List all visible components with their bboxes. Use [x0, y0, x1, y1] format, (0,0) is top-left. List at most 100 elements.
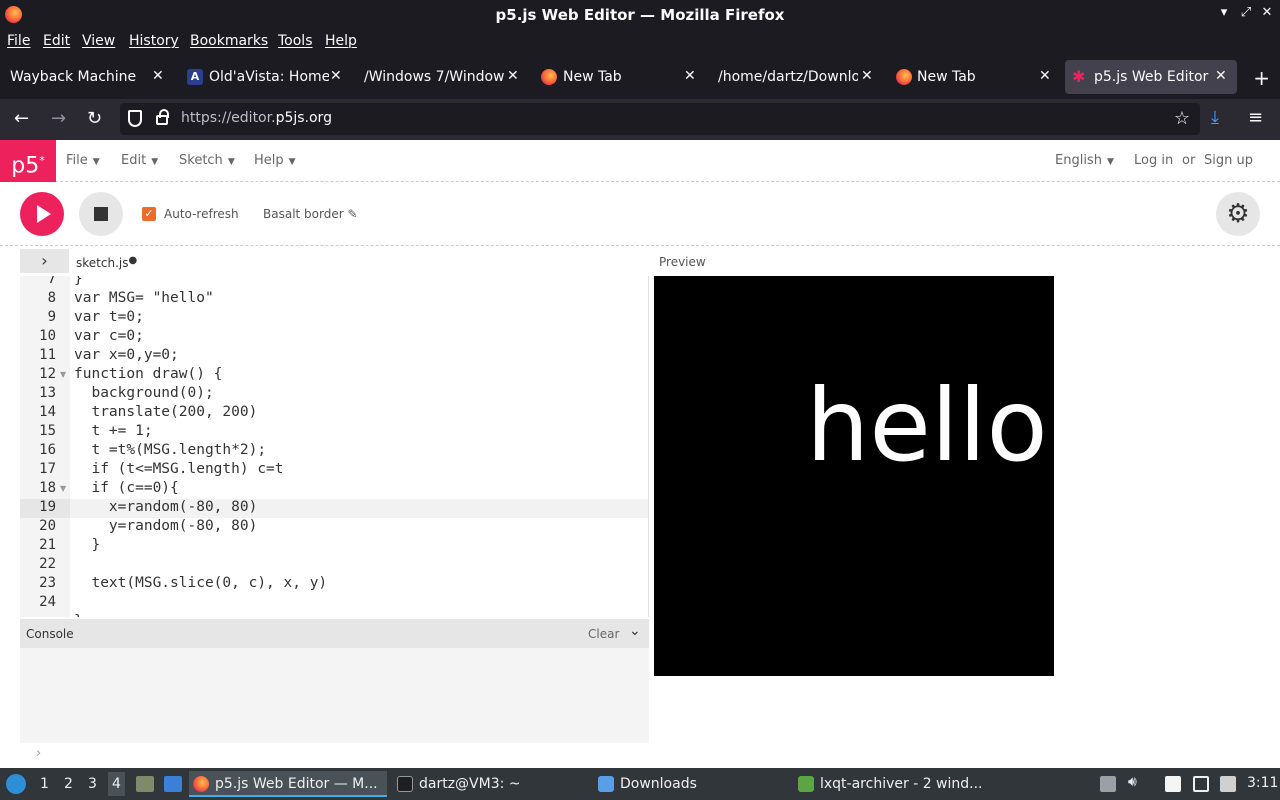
- task-downloads[interactable]: Downloads: [594, 771, 790, 797]
- tab-strip: Wayback Machine ✕ A Old'aVista: Home ✕ /…: [0, 55, 1280, 99]
- p5-toolbar: ✓ Auto-refresh Basalt border ✎ ⚙: [0, 182, 1280, 246]
- close-tab-icon[interactable]: ✕: [684, 68, 696, 84]
- close-tab-icon[interactable]: ✕: [330, 68, 342, 84]
- shield-icon[interactable]: [128, 110, 142, 127]
- back-icon[interactable]: ←: [14, 108, 29, 129]
- p5-logo-text: p5: [11, 153, 40, 179]
- signup-link[interactable]: Sign up: [1204, 153, 1253, 168]
- menu-history[interactable]: History: [129, 33, 179, 49]
- settings-gear-icon[interactable]: ⚙: [1216, 192, 1260, 236]
- url-prefix: https://editor.: [181, 110, 276, 126]
- volume-icon[interactable]: 🔊︎: [1128, 774, 1144, 790]
- language-select[interactable]: English ▼: [1055, 153, 1114, 168]
- p5-icon: ✱: [1072, 67, 1086, 86]
- line-number: 18: [39, 480, 56, 496]
- p5-menu-sketch[interactable]: Sketch ▼: [179, 153, 235, 168]
- preview-canvas[interactable]: hello: [654, 276, 1054, 676]
- close-tab-icon[interactable]: ✕: [861, 68, 873, 84]
- maximize-icon[interactable]: ⤢: [1237, 5, 1255, 20]
- triangle-down-icon: ▼: [151, 157, 159, 167]
- menu-file[interactable]: File: [7, 33, 30, 49]
- triangle-down-icon: ▼: [1106, 157, 1114, 167]
- console-clear-button[interactable]: Clear: [588, 627, 619, 641]
- menu-bookmarks[interactable]: Bookmarks: [190, 33, 268, 49]
- hamburger-menu-icon[interactable]: ≡: [1248, 107, 1263, 128]
- clipboard-icon[interactable]: [1165, 776, 1181, 792]
- p5-menu-edit[interactable]: Edit ▼: [121, 153, 158, 168]
- line-number: 10: [39, 328, 56, 344]
- sidebar-toggle-chevron-right-icon[interactable]: ›: [20, 249, 69, 273]
- bookmark-star-icon[interactable]: ☆: [1174, 108, 1190, 129]
- tab-label: Old'aVista: Home: [209, 69, 329, 85]
- archiver-icon: [798, 776, 814, 792]
- reload-icon[interactable]: ↻: [87, 108, 102, 129]
- task-terminal[interactable]: dartz@VM3: ~: [393, 771, 588, 797]
- tab-new-2[interactable]: New Tab ✕: [887, 60, 1059, 94]
- forward-icon[interactable]: →: [51, 108, 66, 129]
- tab-downloads-folder[interactable]: /home/dartz/Downloa ✕: [709, 60, 881, 94]
- menu-help[interactable]: Help: [325, 33, 357, 49]
- tab-windows7[interactable]: /Windows 7/Windows ✕: [355, 60, 527, 94]
- stop-button[interactable]: [79, 192, 123, 236]
- file-tab-label: sketch.js: [76, 256, 129, 270]
- folder-icon: [598, 776, 614, 792]
- console-title: Console: [26, 627, 74, 641]
- code-editor[interactable]: } var MSG= "hello" var t=0; var c=0; var x=0…: [70, 276, 649, 617]
- p5-menu-help-label: Help: [254, 153, 284, 168]
- tab-p5-editor[interactable]: ✱ p5.js Web Editor ✕: [1065, 60, 1237, 94]
- tab-wayback[interactable]: Wayback Machine ✕: [0, 60, 175, 94]
- show-desktop-icon[interactable]: [136, 776, 154, 792]
- close-tab-icon[interactable]: ✕: [1039, 68, 1051, 84]
- tab-new-1[interactable]: New Tab ✕: [532, 60, 704, 94]
- menu-edit[interactable]: Edit: [43, 33, 70, 49]
- url-text[interactable]: https://editor.p5js.org: [181, 110, 332, 126]
- task-firefox[interactable]: p5.js Web Editor — M...: [189, 771, 387, 797]
- login-link[interactable]: Log in: [1134, 153, 1173, 168]
- fold-triangle-icon[interactable]: ▼: [60, 484, 66, 493]
- network-icon[interactable]: [1193, 776, 1209, 792]
- start-menu-icon[interactable]: [6, 774, 26, 794]
- menu-tools[interactable]: Tools: [278, 33, 313, 49]
- minimize-icon[interactable]: ▾: [1215, 5, 1233, 20]
- file-tab[interactable]: sketch.js●: [76, 255, 137, 270]
- chevron-down-icon[interactable]: ⌄: [629, 623, 641, 639]
- close-tab-icon[interactable]: ✕: [1215, 68, 1227, 84]
- file-manager-icon[interactable]: [164, 776, 182, 792]
- workspace-3[interactable]: 3: [88, 776, 97, 792]
- line-number: 12: [39, 366, 56, 382]
- code-line: x=random(-80, 80): [74, 499, 258, 515]
- p5-menu-help[interactable]: Help ▼: [254, 153, 296, 168]
- workspace-4[interactable]: 4: [108, 772, 125, 796]
- console-input[interactable]: ›: [20, 743, 649, 768]
- close-tab-icon[interactable]: ✕: [507, 68, 519, 84]
- address-bar[interactable]: https://editor.p5js.org ☆: [120, 103, 1200, 135]
- lock-icon[interactable]: [156, 109, 169, 125]
- code-line: }: [74, 276, 83, 287]
- sketch-name[interactable]: Basalt border ✎: [263, 207, 358, 221]
- line-number: 13: [39, 385, 56, 401]
- task-archiver[interactable]: lxqt-archiver - 2 wind...: [794, 771, 990, 797]
- firefox-icon: [541, 69, 557, 85]
- download-icon[interactable]: ⤓: [1211, 107, 1219, 128]
- line-number-gutter: 7 8 9 10 11 12 ▼ 13 14 15 16 17 18 ▼ 19 20 21 22 23 24: [20, 276, 70, 617]
- new-tab-icon[interactable]: +: [1253, 66, 1270, 90]
- p5-menu-file[interactable]: File ▼: [66, 153, 100, 168]
- close-window-icon[interactable]: ✕: [1258, 5, 1276, 20]
- console-header: Console Clear ⌄: [20, 619, 649, 648]
- play-button[interactable]: [20, 192, 64, 236]
- altavista-icon: A: [187, 69, 203, 85]
- fold-triangle-icon[interactable]: ▼: [60, 370, 66, 379]
- line-number: 15: [39, 423, 56, 439]
- tray-battery-icon[interactable]: [1100, 776, 1116, 792]
- workspace-1[interactable]: 1: [40, 776, 49, 792]
- close-tab-icon[interactable]: ✕: [152, 68, 164, 84]
- update-icon[interactable]: [1220, 776, 1236, 792]
- workspace-2[interactable]: 2: [64, 776, 73, 792]
- tab-altavista[interactable]: A Old'aVista: Home ✕: [178, 60, 350, 94]
- auto-refresh-label[interactable]: Auto-refresh: [164, 207, 239, 221]
- menu-view[interactable]: View: [82, 33, 115, 49]
- browser-menubar: File Edit View History Bookmarks Tools H…: [0, 29, 1280, 55]
- code-line: t =t%(MSG.length*2);: [74, 442, 267, 458]
- auto-refresh-checkbox[interactable]: ✓: [142, 207, 156, 221]
- p5-logo[interactable]: p5*: [0, 140, 56, 182]
